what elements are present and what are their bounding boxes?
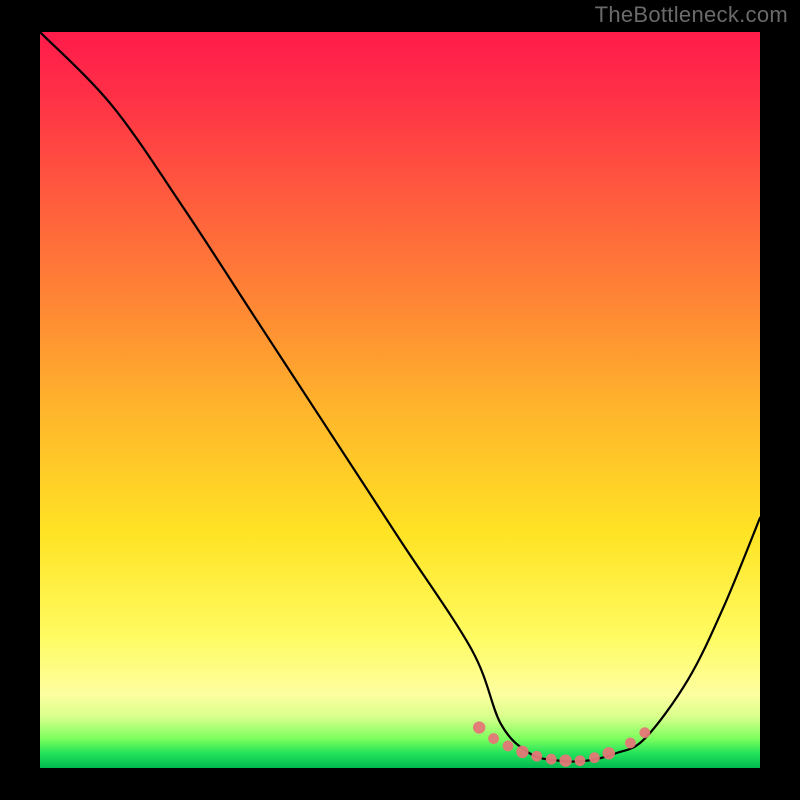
chart-container: TheBottleneck.com [0,0,800,800]
watermark-text: TheBottleneck.com [595,2,788,28]
plot-area [40,32,760,768]
gradient-background [40,32,760,768]
